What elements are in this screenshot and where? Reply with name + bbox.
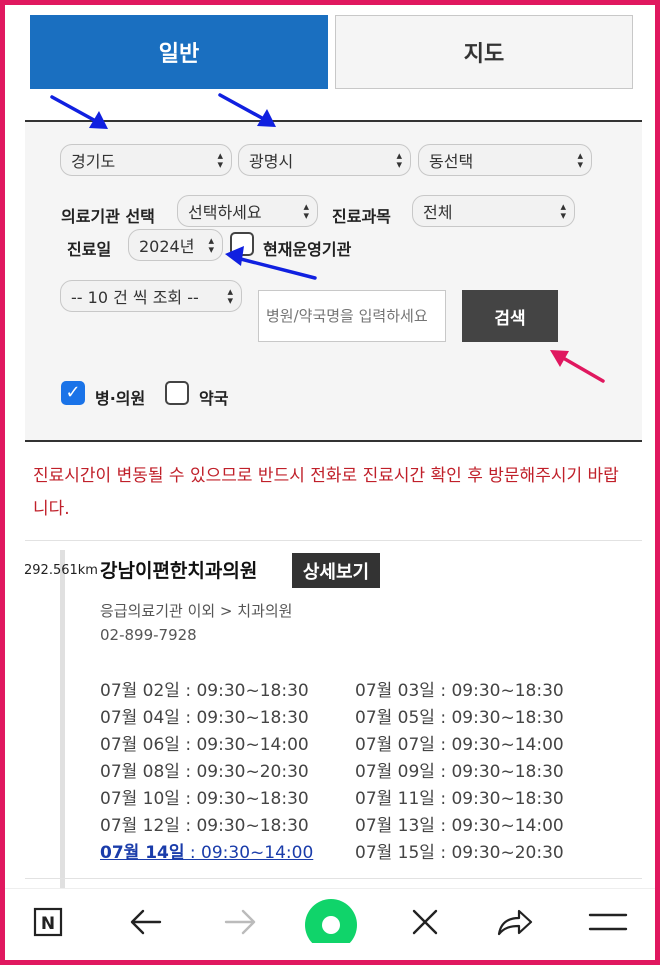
chevron-updown-icon: ▴ ▾ bbox=[396, 149, 402, 171]
tab-general[interactable]: 일반 bbox=[30, 15, 328, 89]
divider bbox=[25, 540, 642, 541]
detail-button[interactable]: 상세보기 bbox=[292, 553, 380, 588]
hour-entry: 07월 09일 : 09:30~18:30 bbox=[355, 762, 564, 782]
browser-toolbar: N bbox=[5, 888, 655, 960]
hour-entry: 07월 07일 : 09:30~14:00 bbox=[355, 735, 564, 755]
hour-entry: 07월 12일 : 09:30~18:30 bbox=[100, 816, 309, 836]
district-select[interactable]: 동선택 ▴ ▾ bbox=[418, 144, 592, 176]
search-filter-panel: 경기도 ▴ ▾ 광명시 ▴ ▾ 동선택 ▴ ▾ 의료기관 선택 선택하세요 ▴ ▾ 진료… bbox=[25, 120, 642, 442]
hour-entry: 07월 06일 : 09:30~14:00 bbox=[100, 735, 309, 755]
page-size-value: -- 10 건 씩 조회 -- bbox=[71, 288, 199, 307]
forward-arrow-icon[interactable] bbox=[217, 899, 263, 945]
city-select[interactable]: 광명시 ▴ ▾ bbox=[238, 144, 411, 176]
chevron-updown-icon: ▴ ▾ bbox=[577, 149, 583, 171]
department-select[interactable]: 전체 ▴ ▾ bbox=[412, 195, 575, 227]
chevron-updown-icon: ▴ ▾ bbox=[303, 200, 309, 222]
timeline-bar bbox=[60, 550, 65, 890]
phone[interactable]: 02-899-7928 bbox=[100, 626, 197, 644]
page: 일반 지도 경기도 ▴ ▾ 광명시 ▴ ▾ 동선택 ▴ ▾ 의료기관 선택 선택하세요… bbox=[5, 5, 655, 960]
divider bbox=[25, 878, 642, 879]
hour-entry: 07월 04일 : 09:30~18:30 bbox=[100, 708, 309, 728]
chevron-updown-icon: ▴ ▾ bbox=[208, 234, 214, 256]
hospital-name: 강남이편한치과의원 bbox=[100, 560, 258, 582]
province-value: 경기도 bbox=[71, 152, 116, 171]
back-arrow-icon[interactable] bbox=[123, 899, 169, 945]
hour-entry: 07월 03일 : 09:30~18:30 bbox=[355, 681, 564, 701]
hour-entry: 07월 08일 : 09:30~20:30 bbox=[100, 762, 309, 782]
naver-home-icon[interactable]: N bbox=[25, 899, 71, 945]
department-label: 진료과목 bbox=[332, 207, 391, 226]
result-item: 292.561km 강남이편한치과의원 상세보기 응급의료기관 이외 > 치과의… bbox=[5, 550, 655, 890]
date-value: 2024년 bbox=[139, 237, 195, 256]
hour-entry: 07월 15일 : 09:30~20:30 bbox=[355, 843, 564, 863]
hour-entry: 07월 10일 : 09:30~18:30 bbox=[100, 789, 309, 809]
operating-checkbox[interactable] bbox=[230, 232, 254, 256]
hour-entry: 07월 02일 : 09:30~18:30 bbox=[100, 681, 309, 701]
category: 응급의료기관 이외 > 치과의원 bbox=[100, 602, 293, 620]
distance: 292.561km bbox=[24, 563, 98, 578]
hour-entry-today: 07월 14일 : 09:30~14:00 bbox=[100, 843, 314, 863]
view-tabs: 일반 지도 bbox=[30, 15, 638, 90]
tab-map[interactable]: 지도 bbox=[335, 15, 633, 89]
hospital-checkbox[interactable]: ✓ bbox=[61, 381, 85, 405]
date-label: 진료일 bbox=[67, 240, 112, 259]
hospital-label: 병·의원 bbox=[95, 389, 146, 408]
search-button[interactable]: 검색 bbox=[462, 290, 558, 342]
search-input[interactable] bbox=[258, 290, 446, 342]
hour-entry: 07월 05일 : 09:30~18:30 bbox=[355, 708, 564, 728]
close-icon[interactable] bbox=[402, 899, 448, 945]
menu-icon[interactable] bbox=[585, 899, 631, 945]
institution-label: 의료기관 선택 bbox=[61, 207, 155, 226]
pharmacy-checkbox[interactable] bbox=[165, 381, 189, 405]
district-value: 동선택 bbox=[429, 152, 474, 171]
page-size-select[interactable]: -- 10 건 씩 조회 -- ▴ ▾ bbox=[60, 280, 242, 312]
province-select[interactable]: 경기도 ▴ ▾ bbox=[60, 144, 232, 176]
share-icon[interactable] bbox=[492, 899, 538, 945]
hour-entry: 07월 13일 : 09:30~14:00 bbox=[355, 816, 564, 836]
department-value: 전체 bbox=[423, 203, 453, 222]
institution-value: 선택하세요 bbox=[188, 203, 262, 222]
date-select[interactable]: 2024년 ▴ ▾ bbox=[128, 229, 223, 261]
chevron-updown-icon: ▴ ▾ bbox=[560, 200, 566, 222]
chevron-updown-icon: ▴ ▾ bbox=[217, 149, 223, 171]
hour-entry: 07월 11일 : 09:30~18:30 bbox=[355, 789, 564, 809]
chevron-updown-icon: ▴ ▾ bbox=[227, 285, 233, 307]
green-dot-icon[interactable] bbox=[305, 891, 357, 943]
svg-text:N: N bbox=[41, 914, 55, 934]
operating-label: 현재운영기관 bbox=[263, 240, 352, 259]
institution-select[interactable]: 선택하세요 ▴ ▾ bbox=[177, 195, 318, 227]
pharmacy-label: 약국 bbox=[199, 389, 229, 408]
notice-text: 진료시간이 변동될 수 있으므로 반드시 전화로 진료시간 확인 후 방문해주시… bbox=[33, 466, 619, 519]
city-value: 광명시 bbox=[249, 152, 294, 171]
